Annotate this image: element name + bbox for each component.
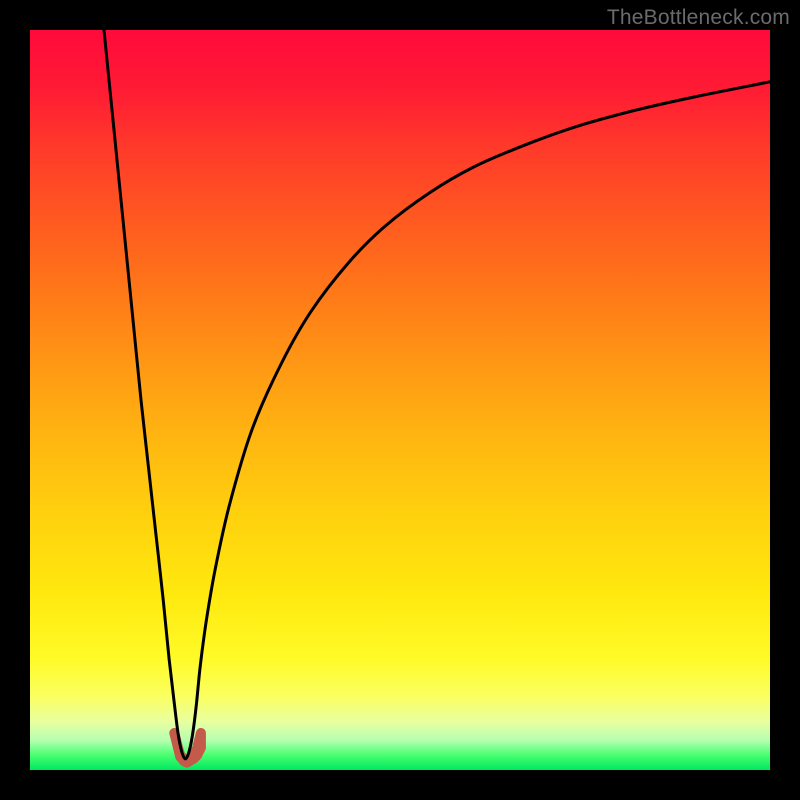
chart-plot-area bbox=[30, 30, 770, 770]
watermark-text: TheBottleneck.com bbox=[607, 6, 790, 30]
bottleneck-curve-svg bbox=[30, 30, 770, 770]
bottleneck-curve bbox=[104, 30, 770, 759]
chart-frame: TheBottleneck.com bbox=[0, 0, 800, 800]
